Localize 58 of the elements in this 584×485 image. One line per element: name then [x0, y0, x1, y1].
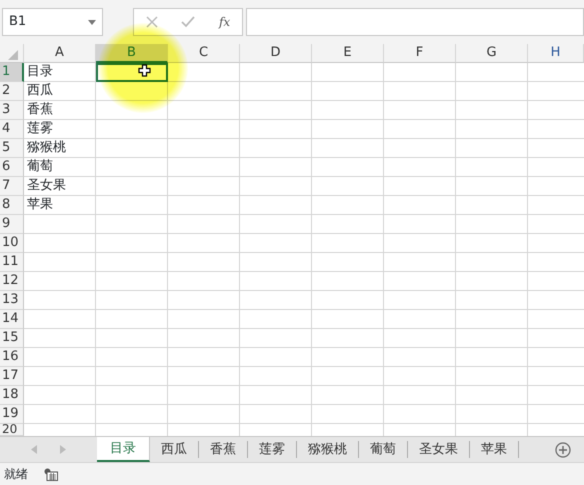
row-header[interactable]: 13 [0, 291, 24, 310]
row-header[interactable]: 3 [0, 101, 24, 120]
row-header[interactable]: 9 [0, 215, 24, 234]
row-header[interactable]: 20 [0, 424, 24, 436]
row-header[interactable]: 19 [0, 405, 24, 424]
check-icon[interactable] [181, 16, 196, 28]
name-box[interactable]: B1 [2, 8, 103, 36]
cancel-icon[interactable] [146, 16, 158, 28]
table-cell-text: 目录 [26, 63, 54, 81]
table-cell-text: 葡萄 [26, 158, 54, 176]
row-header[interactable]: 7 [0, 177, 24, 196]
scroll-right-icon[interactable] [60, 445, 66, 454]
column-header[interactable]: A [24, 44, 96, 63]
row-header[interactable]: 10 [0, 234, 24, 253]
sheet-tab[interactable]: 猕猴桃 [297, 441, 359, 458]
row-header[interactable]: 1 [0, 63, 24, 82]
row-header[interactable]: 17 [0, 367, 24, 386]
sheet-tab[interactable]: 圣女果 [408, 441, 470, 458]
row-header[interactable]: 5 [0, 139, 24, 158]
table-cell-text: 香蕉 [26, 101, 54, 119]
dropdown-caret-icon [88, 20, 96, 24]
sheet-tab[interactable]: 香蕉 [199, 441, 248, 458]
row-header[interactable]: 6 [0, 158, 24, 177]
row-header[interactable]: 12 [0, 272, 24, 291]
row-header[interactable]: 18 [0, 386, 24, 405]
table-cell-text: 西瓜 [26, 82, 54, 100]
row-header[interactable]: 11 [0, 253, 24, 272]
sheet-tab[interactable]: 苹果 [470, 441, 519, 458]
sheet-tab[interactable]: 目录 [97, 437, 150, 462]
selected-cell[interactable] [96, 63, 168, 82]
macro-record-icon[interactable] [44, 468, 58, 480]
select-all-icon[interactable] [8, 50, 18, 60]
column-header[interactable]: H [528, 44, 584, 63]
column-header[interactable]: D [240, 44, 312, 63]
table-cell-text: 苹果 [26, 196, 54, 214]
row-header[interactable]: 2 [0, 82, 24, 101]
column-header[interactable]: G [456, 44, 528, 63]
row-header[interactable]: 14 [0, 310, 24, 329]
scroll-left-icon[interactable] [31, 445, 38, 454]
column-header[interactable]: B [96, 44, 168, 63]
row-header[interactable]: 8 [0, 196, 24, 215]
insert-function-button[interactable]: fx [218, 13, 230, 31]
table-cell-text: 圣女果 [26, 177, 67, 195]
sheet-tab[interactable]: 葡萄 [359, 441, 408, 458]
status-text: 就绪 [4, 466, 28, 483]
table-cell-text: 莲雾 [26, 120, 54, 138]
column-header[interactable]: F [384, 44, 456, 63]
add-sheet-icon[interactable] [555, 442, 571, 458]
cross-cursor-icon [138, 64, 151, 77]
table-cell-text: 猕猴桃 [26, 139, 67, 157]
sheet-tab[interactable]: 西瓜 [150, 441, 199, 458]
row-header[interactable]: 15 [0, 329, 24, 348]
row-header[interactable]: 4 [0, 120, 24, 139]
row-header[interactable]: 16 [0, 348, 24, 367]
column-header[interactable]: C [168, 44, 240, 63]
column-header[interactable]: E [312, 44, 384, 63]
formula-input[interactable] [246, 8, 584, 36]
sheet-tab[interactable]: 莲雾 [248, 441, 297, 458]
